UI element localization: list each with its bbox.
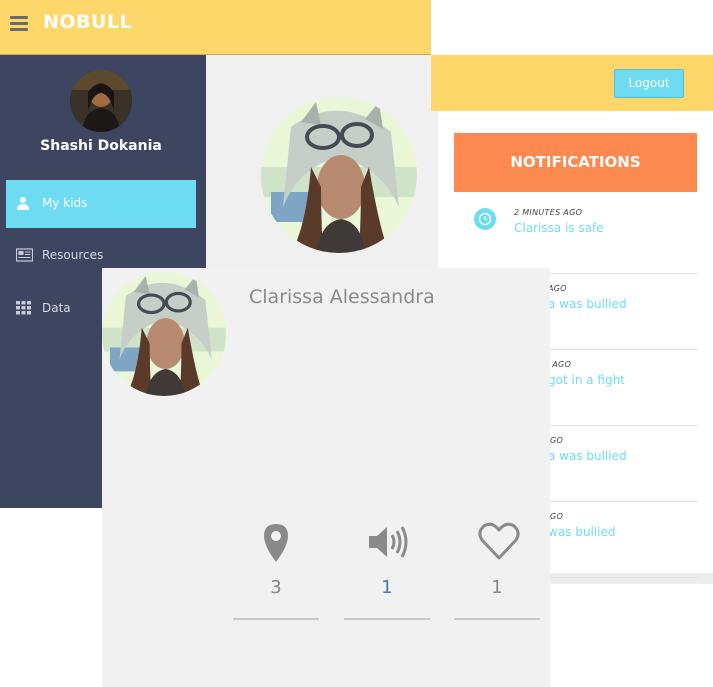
heart-count: 1 xyxy=(491,577,503,598)
bullied-stat[interactable]: 1 xyxy=(344,520,430,620)
kid-name: Clarissa Alessandra xyxy=(249,286,435,308)
notification-time: GO xyxy=(550,436,564,445)
notification-message[interactable]: Clarissa is safe xyxy=(514,221,604,235)
grid-icon xyxy=(16,301,32,315)
kid-avatar-large[interactable] xyxy=(261,97,417,253)
sidebar-item-label: My kids xyxy=(42,196,88,210)
notification-item[interactable]: 2 MINUTES AGO Clarissa is safe xyxy=(454,198,698,274)
bullied-count[interactable]: 1 xyxy=(344,577,430,598)
notification-message[interactable]: a was bullied xyxy=(548,297,627,311)
sidebar-item-label: Data xyxy=(42,301,71,315)
sidebar-item-label: Resources xyxy=(42,248,104,262)
user-icon xyxy=(16,196,32,210)
notifications-header: NOTIFICATIONS xyxy=(454,133,697,192)
newspaper-icon xyxy=(15,248,34,262)
heart-icon xyxy=(477,520,520,564)
location-pin-icon xyxy=(256,520,296,564)
speaker-icon xyxy=(367,520,408,564)
notification-time: 2 MINUTES AGO xyxy=(514,208,583,217)
hamburger-menu-icon[interactable] xyxy=(10,16,28,32)
clock-icon xyxy=(474,208,496,230)
notification-time: GO xyxy=(550,512,564,521)
stat-divider xyxy=(233,618,319,620)
heart-stat[interactable]: 1 xyxy=(454,520,540,620)
kid-avatar[interactable] xyxy=(102,272,226,396)
notification-message[interactable]: a was bullied xyxy=(548,449,627,463)
location-stat[interactable]: 3 xyxy=(233,520,319,620)
logout-button[interactable]: Logout xyxy=(614,69,684,98)
stat-divider xyxy=(454,618,540,620)
notification-time: AGO xyxy=(548,284,567,293)
notification-message[interactable]: was bullied xyxy=(548,525,615,539)
sidebar-item-my-kids[interactable]: My kids xyxy=(6,180,196,228)
app-logo: NOBULL xyxy=(43,11,133,33)
location-count: 3 xyxy=(270,577,282,598)
user-name: Shashi Dokania xyxy=(40,138,162,154)
notification-message[interactable]: got in a fight xyxy=(548,373,625,387)
user-avatar xyxy=(70,70,132,132)
stat-divider xyxy=(344,618,430,620)
